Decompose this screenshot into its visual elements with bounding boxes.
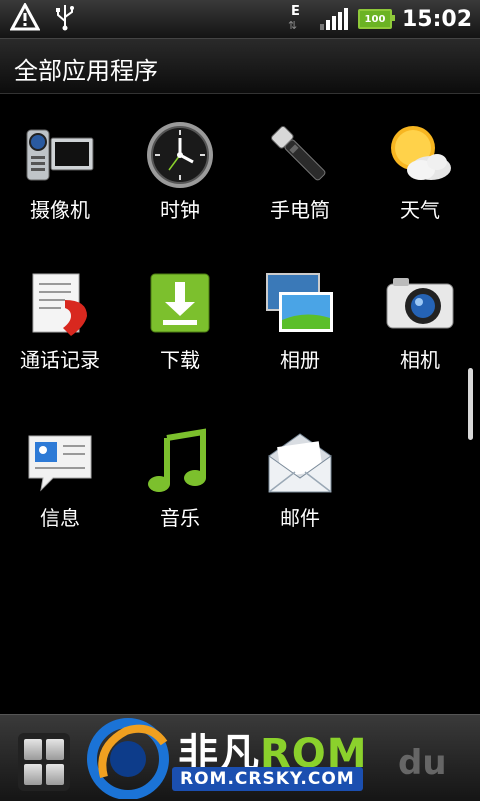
app-call-log[interactable]: 通话记录 — [0, 244, 120, 374]
app-clock[interactable]: 时钟 — [120, 94, 240, 224]
watermark: 非凡ROM ROM.CRSKY.COM du — [80, 717, 447, 799]
app-label: 时钟 — [160, 198, 200, 222]
signal-strength-icon — [319, 8, 348, 30]
clock-icon — [145, 120, 215, 190]
app-label: 音乐 — [160, 506, 200, 530]
app-music[interactable]: 音乐 — [120, 402, 240, 532]
app-weather[interactable]: 天气 — [360, 94, 480, 224]
app-messages[interactable]: 信息 — [0, 402, 120, 532]
app-label: 相册 — [280, 348, 320, 372]
app-label: 相机 — [400, 348, 440, 372]
download-icon — [145, 270, 215, 340]
warning-icon — [9, 1, 41, 35]
app-label: 邮件 — [280, 506, 320, 530]
bottom-bar: 非凡ROM ROM.CRSKY.COM du — [0, 714, 480, 801]
network-type-label: E — [290, 4, 300, 19]
watermark-logo-icon — [87, 718, 169, 799]
weather-icon — [385, 120, 455, 190]
app-label: 通话记录 — [20, 348, 100, 372]
battery-icon: 100 — [357, 9, 395, 29]
title-bar: 全部应用程序 — [0, 38, 480, 94]
app-label: 手电筒 — [270, 198, 330, 222]
app-mail[interactable]: 邮件 — [240, 402, 360, 532]
watermark-url: ROM.CRSKY.COM — [172, 767, 363, 791]
battery-level: 100 — [364, 13, 386, 25]
call-log-icon — [25, 270, 95, 340]
page-title: 全部应用程序 — [14, 57, 158, 85]
app-flashlight[interactable]: 手电筒 — [240, 94, 360, 224]
data-arrows-icon: ⇅ — [287, 19, 298, 32]
camera-icon — [385, 270, 455, 340]
app-gallery[interactable]: 相册 — [240, 244, 360, 374]
app-camcorder[interactable]: 摄像机 — [0, 94, 120, 224]
app-download[interactable]: 下载 — [120, 244, 240, 374]
app-camera[interactable]: 相机 — [360, 244, 480, 374]
music-icon — [145, 428, 215, 498]
messages-icon — [25, 428, 95, 498]
scrollbar[interactable] — [468, 368, 473, 440]
app-label: 信息 — [40, 506, 80, 530]
status-bar: E ⇅ 100 15:02 — [0, 0, 480, 38]
app-grid: 摄像机 时钟 手电筒 天气 通话记录 下载 相册 相机 信息 音乐 邮件 — [0, 94, 480, 714]
all-apps-grid-button[interactable] — [18, 733, 70, 791]
flashlight-icon — [265, 120, 335, 190]
camcorder-icon — [25, 120, 95, 190]
app-label: 天气 — [400, 198, 440, 222]
gallery-icon — [265, 270, 335, 340]
watermark-suffix: du — [398, 743, 447, 783]
mail-icon — [265, 428, 335, 498]
network-indicator: E ⇅ — [288, 4, 310, 34]
app-label: 摄像机 — [30, 198, 90, 222]
clock-time: 15:02 — [401, 6, 472, 32]
app-label: 下载 — [160, 348, 200, 372]
usb-icon — [54, 3, 76, 35]
